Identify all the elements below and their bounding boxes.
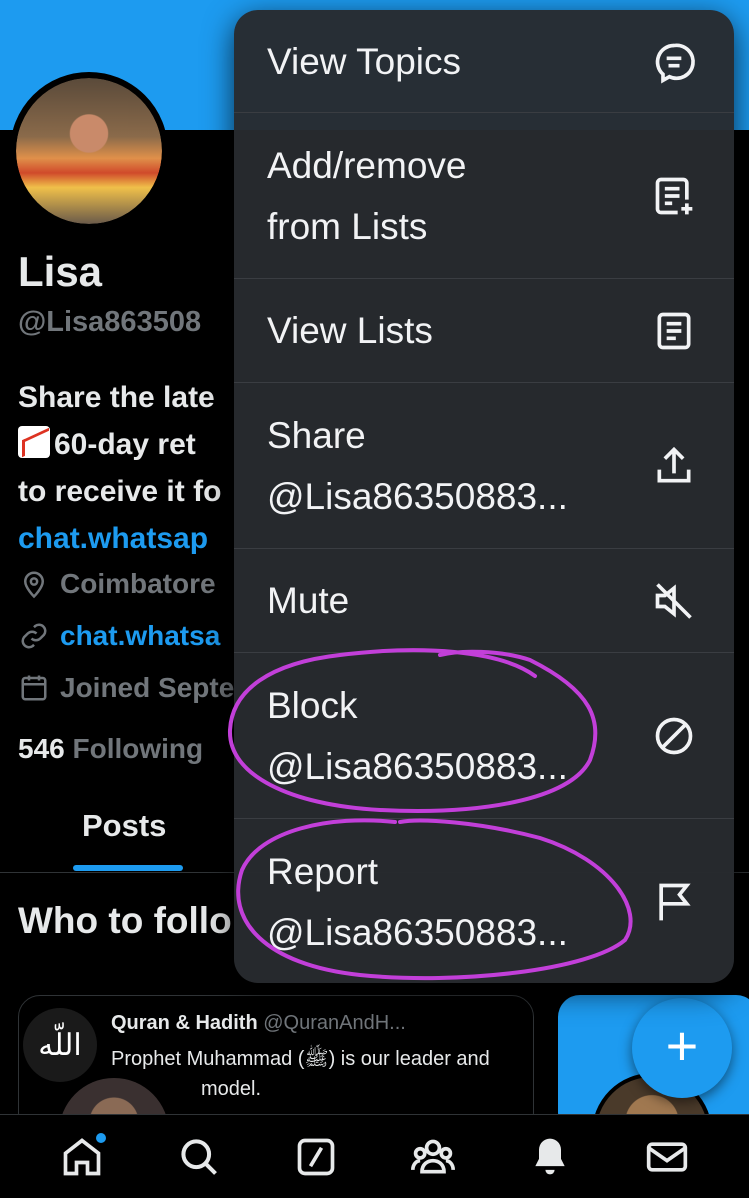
notifications-icon [535,1138,565,1174]
joined-text: Joined Septe [60,672,235,703]
menu-item-view-lists[interactable]: View Lists [234,279,734,383]
bottom-nav [0,1114,749,1198]
nav-notifications[interactable] [520,1127,580,1187]
nav-messages[interactable] [637,1127,697,1187]
share-icon [649,441,699,491]
menu-item-label: @Lisa86350883... [267,912,568,953]
profile-name: Lisa [18,248,103,295]
list-add-icon [649,171,699,221]
messages-icon [646,1141,687,1172]
location-text: Coimbatore [60,568,216,599]
profile-location: Coimbatore [18,568,216,600]
compose-button[interactable]: + [632,998,732,1098]
block-icon [649,711,699,761]
profile-bio: Share the late 60-day ret to receive it … [18,374,258,562]
recommendation-handle: @QuranAndH... [263,1012,406,1034]
recommendation-text: Prophet Muhammad (ﷺ) is our leader and m… [111,1044,531,1104]
profile-handle: @Lisa863508 [18,306,202,338]
menu-item-mute[interactable]: Mute [234,549,734,653]
menu-item-label: Mute [267,580,350,621]
nav-home[interactable] [52,1127,112,1187]
recommendation-name: Quran & Hadith [111,1012,258,1034]
calendar-icon [18,672,50,704]
flag-icon [649,877,699,927]
topics-icon [649,37,699,87]
menu-item-label: from Lists [267,206,428,247]
bio-line: to receive it fo [18,475,222,508]
tab-posts[interactable]: Posts [82,808,166,844]
bio-link[interactable]: chat.whatsap [18,515,258,562]
profile-website[interactable]: chat.whatsa [18,620,220,652]
tab-active-indicator [73,865,183,871]
website-link[interactable]: chat.whatsa [60,620,220,652]
who-to-follow-heading: Who to follo [18,900,232,941]
grok-icon [297,1138,335,1175]
list-icon [649,306,699,356]
menu-item-label: View Topics [267,41,462,82]
location-pin-icon [18,568,50,600]
recommendation-avatar[interactable]: اللّه [23,1008,97,1082]
bio-line: 60-day ret [54,428,196,461]
menu-item-label: @Lisa86350883... [267,746,568,787]
communities-icon [410,1139,455,1173]
following-label: Following [72,733,204,764]
bio-line: Share the late [18,381,215,414]
menu-item-label: Add/remove [267,145,467,186]
profile-joined: Joined Septe [18,672,234,704]
mute-icon [649,576,699,626]
recommendation-text-line: model. [201,1078,262,1100]
menu-item-share[interactable]: Share @Lisa86350883... [234,383,734,549]
link-icon [18,620,50,652]
menu-item-label: Block [267,685,358,726]
menu-item-label: Report [267,851,379,892]
menu-item-report[interactable]: Report @Lisa86350883... [234,819,734,983]
menu-item-view-topics[interactable]: View Topics [234,10,734,113]
following-count[interactable]: 546 Following [18,733,203,765]
menu-item-add-remove-lists[interactable]: Add/remove from Lists [234,113,734,279]
menu-item-label: @Lisa86350883... [267,476,568,517]
nav-grok[interactable] [286,1127,346,1187]
recommendation-title: Quran & Hadith @QuranAndH... [111,1012,406,1035]
notification-dot [96,1132,107,1143]
search-icon [181,1138,218,1175]
chart-emoji-icon [18,426,50,458]
following-number: 546 [18,733,65,764]
menu-item-label: View Lists [267,310,433,351]
recommendation-text-line: Prophet Muhammad (ﷺ) is our leader and [111,1048,490,1070]
profile-avatar[interactable] [10,72,168,230]
plus-icon: + [665,1014,699,1077]
nav-search[interactable] [169,1127,229,1187]
menu-item-block[interactable]: Block @Lisa86350883... [234,653,734,819]
menu-item-label: Share [267,415,366,456]
nav-communities[interactable] [403,1127,463,1187]
profile-options-menu: View Topics Add/remove from Lists View L… [234,10,734,983]
